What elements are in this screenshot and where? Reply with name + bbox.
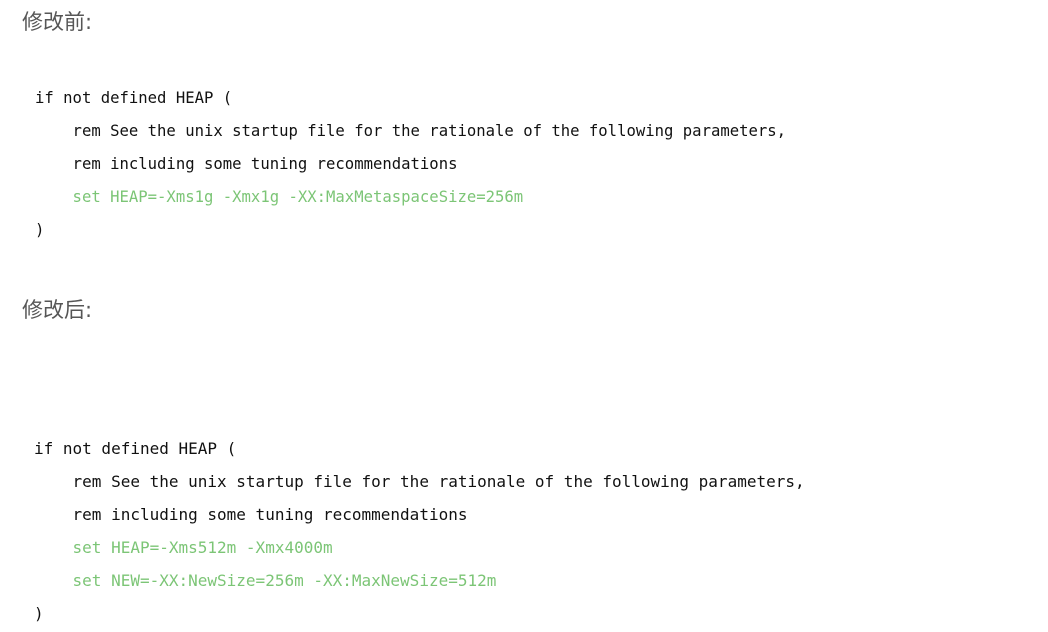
- code-line: set NEW=-XX:NewSize=256m -XX:MaxNewSize=…: [34, 571, 497, 590]
- code-line: if not defined HEAP (: [34, 439, 237, 458]
- code-line: if not defined HEAP (: [35, 89, 233, 107]
- code-line: rem including some tuning recommendation…: [35, 155, 458, 173]
- code-line: rem including some tuning recommendation…: [34, 505, 468, 524]
- code-line: set HEAP=-Xms512m -Xmx4000m: [34, 538, 333, 557]
- code-line: rem See the unix startup file for the ra…: [34, 472, 805, 491]
- code-line: rem See the unix startup file for the ra…: [35, 122, 787, 140]
- document-page: 修改前: if not defined HEAP ( rem See the u…: [0, 0, 1048, 632]
- code-block-after: if not defined HEAP ( rem See the unix s…: [0, 432, 1048, 630]
- code-line: set HEAP=-Xms1g -Xmx1g -XX:MaxMetaspaceS…: [35, 188, 524, 206]
- section-heading-before: 修改前:: [22, 10, 93, 34]
- section-heading-after: 修改后:: [22, 298, 93, 322]
- code-line: ): [35, 221, 45, 239]
- code-block-before: if not defined HEAP ( rem See the unix s…: [0, 82, 1048, 247]
- code-line: ): [34, 604, 44, 623]
